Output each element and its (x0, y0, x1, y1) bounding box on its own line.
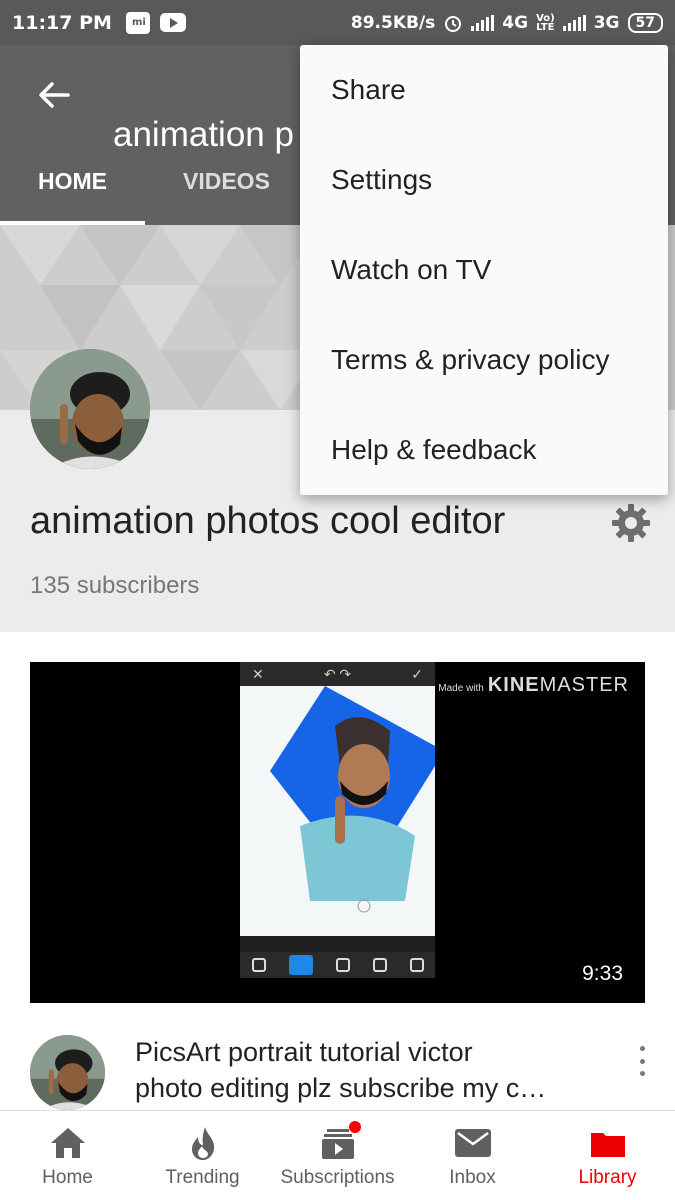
tab-home[interactable]: HOME (0, 145, 145, 225)
network-type-2: 3G (593, 12, 620, 33)
signal-icon-1 (471, 14, 495, 31)
video-frame: ✕ ↶ ↷ ✓ (240, 662, 435, 978)
trending-icon (191, 1127, 214, 1160)
nav-home[interactable]: Home (0, 1111, 135, 1200)
video-channel-avatar[interactable] (30, 1035, 105, 1110)
mi-app-icon (125, 11, 150, 34)
network-type-1: 4G (502, 12, 529, 33)
menu-item-help-feedback[interactable]: Help & feedback (300, 405, 668, 495)
subscriber-count: 135 subscribers (30, 572, 200, 599)
notification-dot (349, 1121, 361, 1133)
signal-icon-2 (562, 14, 586, 31)
eraser-tool-icon (288, 955, 313, 975)
more-options-icon[interactable] (632, 1046, 652, 1076)
channel-name: animation photos cool editor (30, 500, 506, 542)
frame-image (240, 686, 435, 936)
kinemaster-watermark: Made with KINEMASTER (438, 674, 629, 696)
video-title[interactable]: PicsArt portrait tutorial victor photo e… (135, 1034, 605, 1106)
person-tool-icon (335, 958, 350, 972)
overflow-menu: Share Settings Watch on TV Terms & priva… (300, 45, 668, 495)
network-speed: 89.5KB/s (350, 12, 436, 33)
nav-inbox[interactable]: Inbox (405, 1111, 540, 1200)
nav-library[interactable]: Library (540, 1111, 675, 1200)
tab-videos[interactable]: VIDEOS (145, 145, 308, 225)
video-thumbnail[interactable]: ✕ ↶ ↷ ✓ Made with KINEMASTER 9:33 (30, 662, 645, 1003)
color-tool-icon (409, 958, 424, 972)
editor-toolbar (240, 952, 435, 978)
battery-icon: 57 (627, 12, 663, 33)
library-icon (590, 1133, 625, 1157)
video-duration: 9:33 (582, 962, 623, 985)
youtube-notification-icon (159, 13, 186, 32)
menu-item-settings[interactable]: Settings (300, 135, 668, 225)
volte-icon: Vo) LTE (536, 12, 555, 33)
brush-tool-icon (251, 958, 266, 972)
bottom-navigation: Home Trending Subscriptions Inbox Librar… (0, 1110, 675, 1200)
menu-item-watch-on-tv[interactable]: Watch on TV (300, 225, 668, 315)
nav-trending[interactable]: Trending (135, 1111, 270, 1200)
back-arrow-icon[interactable] (34, 75, 74, 115)
menu-item-share[interactable]: Share (300, 45, 668, 135)
status-time: 11:17 PM (12, 11, 112, 34)
nav-subscriptions[interactable]: Subscriptions (270, 1111, 405, 1200)
alarm-icon (445, 15, 462, 32)
channel-avatar[interactable] (30, 349, 150, 469)
menu-item-terms-privacy[interactable]: Terms & privacy policy (300, 315, 668, 405)
undo-redo-icon: ↶ ↷ (323, 665, 352, 682)
home-icon (50, 1128, 85, 1158)
gear-icon[interactable] (610, 502, 652, 544)
inbox-icon (454, 1129, 491, 1157)
check-icon: ✓ (411, 665, 423, 682)
status-bar: 11:17 PM 89.5KB/s 4G Vo)LTE 3G 57 (0, 0, 675, 45)
close-icon: ✕ (252, 665, 264, 682)
shape-tool-icon (372, 958, 387, 972)
